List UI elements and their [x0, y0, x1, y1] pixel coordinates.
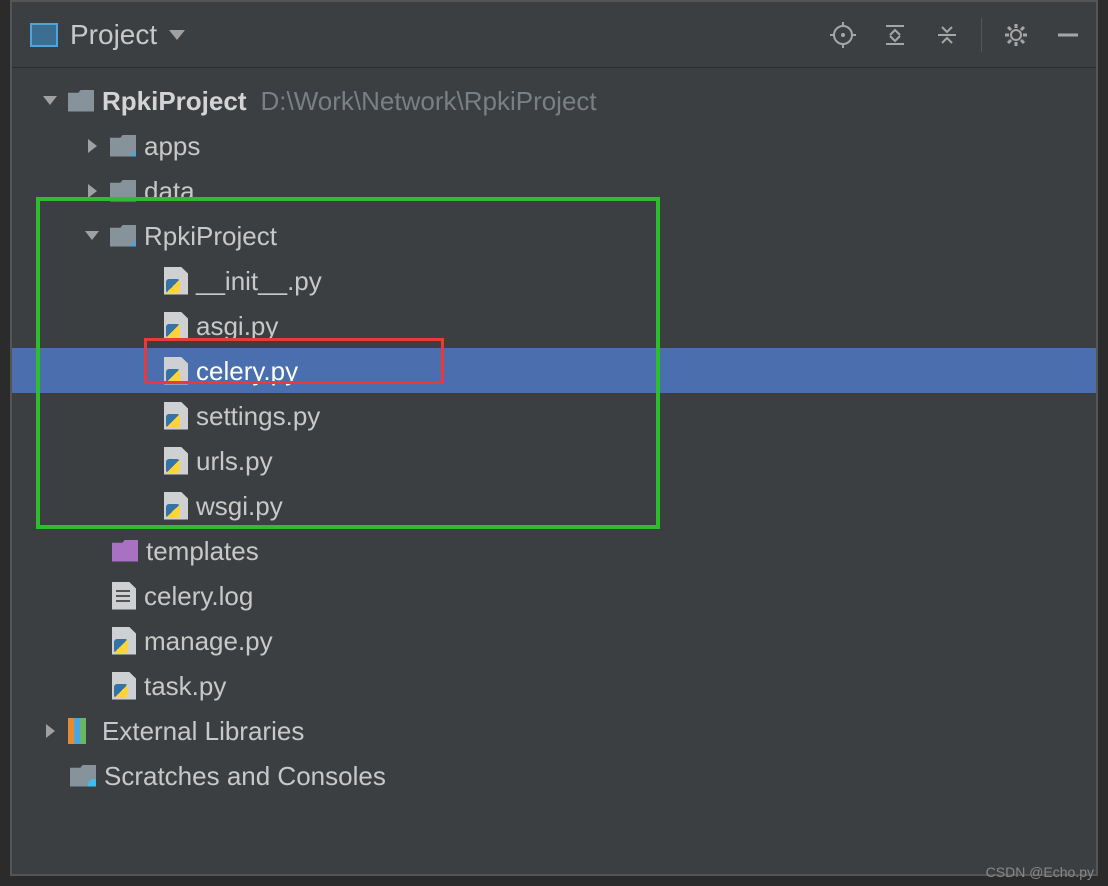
chevron-right-icon[interactable]	[40, 721, 60, 741]
tree-item-rpkiproject[interactable]: RpkiProject	[12, 213, 1096, 258]
tree-item-data[interactable]: data	[12, 168, 1096, 213]
tree-root[interactable]: RpkiProject D:\Work\Network\RpkiProject	[12, 78, 1096, 123]
python-file-icon	[112, 672, 136, 700]
project-tree[interactable]: RpkiProject D:\Work\Network\RpkiProject …	[12, 68, 1096, 874]
tree-file-settings[interactable]: settings.py	[12, 393, 1096, 438]
tree-file-task[interactable]: task.py	[12, 663, 1096, 708]
project-toolbar: Project	[12, 2, 1096, 68]
python-file-icon	[164, 447, 188, 475]
expand-all-icon[interactable]	[877, 17, 913, 53]
tree-file-celerylog[interactable]: celery.log	[12, 573, 1096, 618]
project-tool-window: Project Rpk	[10, 0, 1098, 876]
python-file-icon	[112, 627, 136, 655]
package-folder-icon	[110, 135, 136, 157]
watermark: CSDN @Echo.py	[986, 864, 1094, 880]
view-dropdown-icon[interactable]	[169, 30, 185, 40]
chevron-right-icon[interactable]	[82, 136, 102, 156]
package-folder-icon	[110, 180, 136, 202]
tree-file-urls[interactable]: urls.py	[12, 438, 1096, 483]
toolbar-separator	[981, 18, 982, 52]
chevron-down-icon[interactable]	[82, 226, 102, 246]
project-icon	[30, 23, 58, 47]
tree-item-templates[interactable]: templates	[12, 528, 1096, 573]
folder-icon	[68, 90, 94, 112]
python-file-icon	[164, 492, 188, 520]
python-file-icon	[164, 402, 188, 430]
templates-folder-icon	[112, 540, 138, 562]
locate-icon[interactable]	[825, 17, 861, 53]
text-file-icon	[112, 582, 136, 610]
tree-file-asgi[interactable]: asgi.py	[12, 303, 1096, 348]
tree-scratches[interactable]: Scratches and Consoles	[12, 753, 1096, 798]
scratches-icon	[70, 765, 96, 787]
python-file-icon	[164, 357, 188, 385]
python-file-icon	[164, 267, 188, 295]
tree-file-celery[interactable]: celery.py	[12, 348, 1096, 393]
project-view-title[interactable]: Project	[70, 19, 157, 51]
tree-file-init[interactable]: __init__.py	[12, 258, 1096, 303]
tree-file-manage[interactable]: manage.py	[12, 618, 1096, 663]
chevron-down-icon[interactable]	[40, 91, 60, 111]
settings-gear-icon[interactable]	[998, 17, 1034, 53]
tree-file-wsgi[interactable]: wsgi.py	[12, 483, 1096, 528]
python-file-icon	[164, 312, 188, 340]
tree-external-libraries[interactable]: External Libraries	[12, 708, 1096, 753]
libraries-icon	[68, 718, 94, 744]
root-name: RpkiProject	[102, 88, 247, 114]
collapse-all-icon[interactable]	[929, 17, 965, 53]
chevron-right-icon[interactable]	[82, 181, 102, 201]
root-path: D:\Work\Network\RpkiProject	[261, 88, 597, 114]
package-folder-icon	[110, 225, 136, 247]
hide-icon[interactable]	[1050, 17, 1086, 53]
tree-item-apps[interactable]: apps	[12, 123, 1096, 168]
